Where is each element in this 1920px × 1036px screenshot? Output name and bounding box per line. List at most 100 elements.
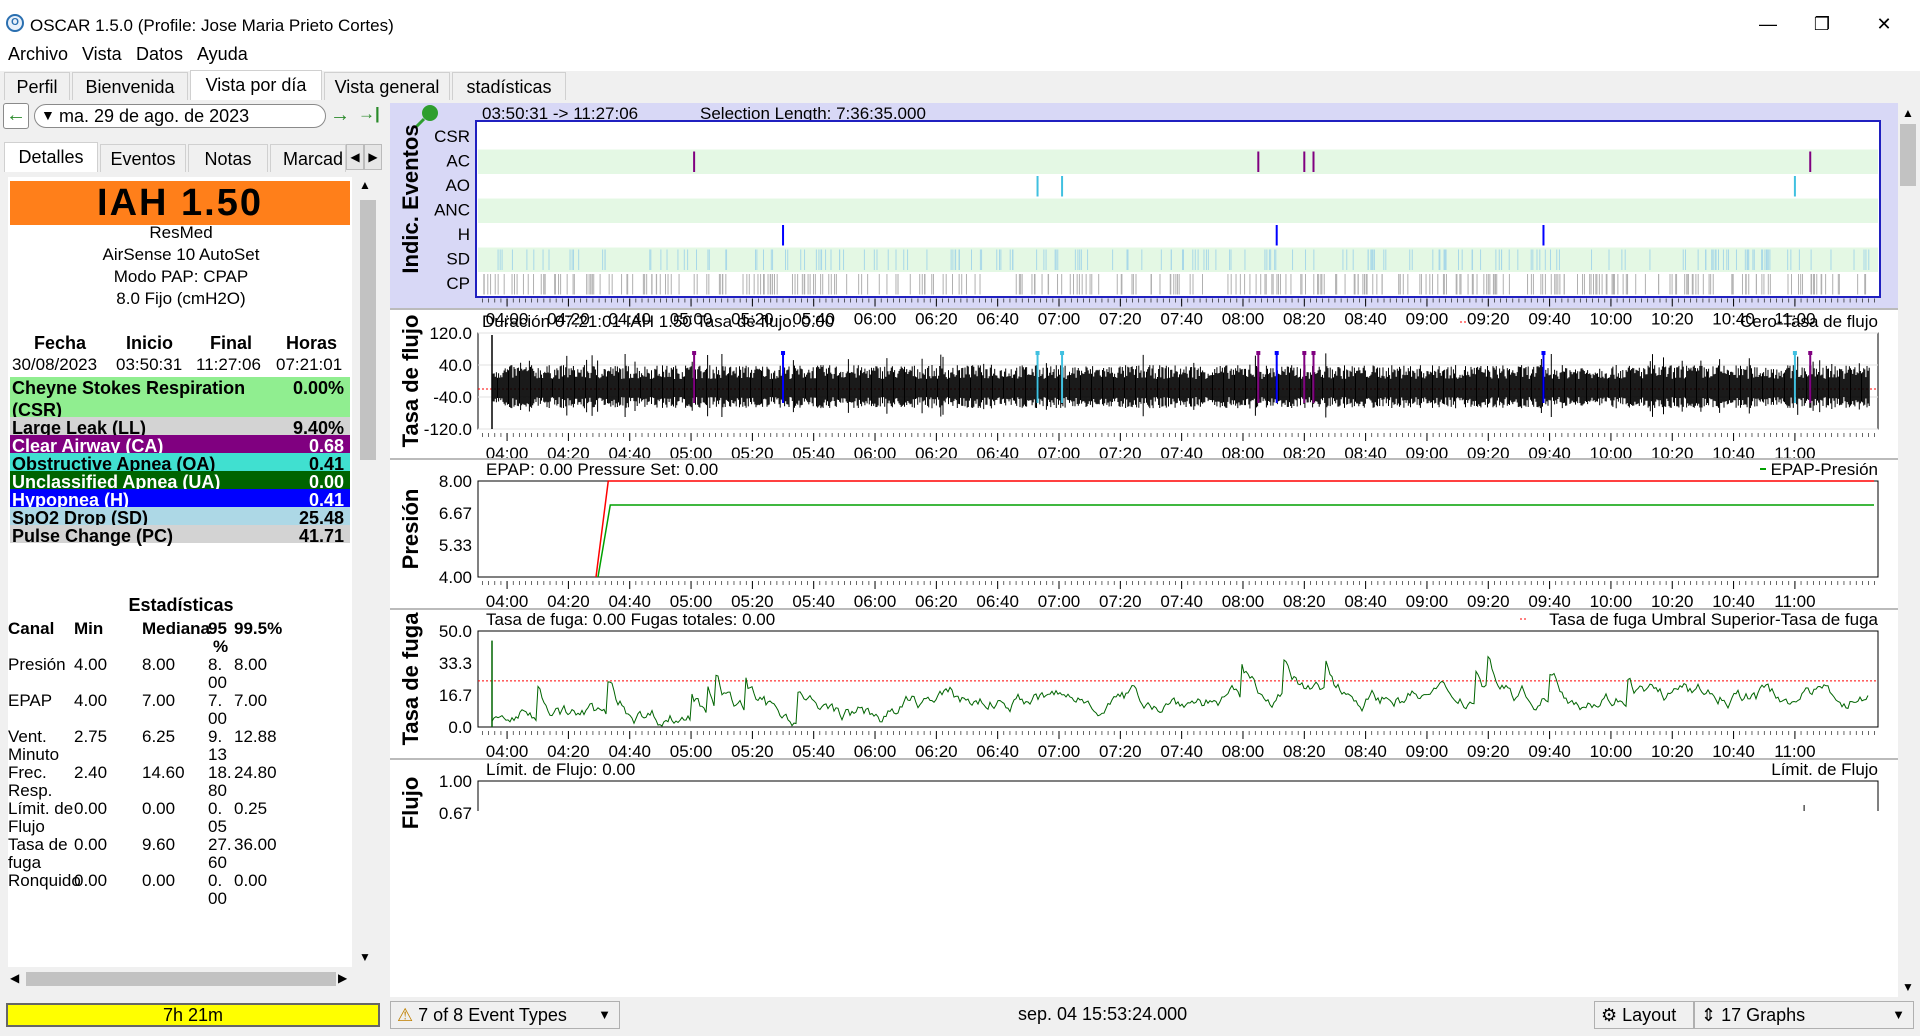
leak-y-tick: 16.7 xyxy=(439,686,472,705)
stats-header-p995: 99.5% xyxy=(234,619,283,638)
menu-datos[interactable]: Datos xyxy=(136,44,183,65)
flow-graph-title: Duración 07:21:01 IAH 1.50 Tasa de flujo… xyxy=(482,312,834,331)
x-tick-label: 05:20 xyxy=(731,444,774,463)
tab-bienvenida[interactable]: Bienvenida xyxy=(72,72,188,100)
pressure-plot-frame xyxy=(477,480,1879,578)
flowlim-y-tick: 0.67 xyxy=(439,804,472,823)
graphs-scrollbar[interactable] xyxy=(1898,103,1918,997)
graphs-scroll-down-icon[interactable]: ▼ xyxy=(1902,980,1914,994)
event-row-label: CP xyxy=(446,274,470,293)
tab-vista-general[interactable]: Vista general xyxy=(324,72,450,100)
stats-header-min: Min xyxy=(74,619,104,638)
stats-p95: 0. xyxy=(208,799,223,818)
stats-channel-2: Resp. xyxy=(8,781,53,800)
graphs-panel: 03:50:31 -> 11:27:06 Selection Length: 7:… xyxy=(390,103,1898,997)
x-tick-label: 05:40 xyxy=(792,444,835,463)
flow-y-tick: 40.0 xyxy=(439,356,472,375)
details-scroll-thumb[interactable] xyxy=(360,200,376,460)
stats-min: 0.00 xyxy=(74,799,108,818)
flow-graph-legend: Cero-Tasa de flujo xyxy=(1740,312,1878,331)
stats-p95: 7. xyxy=(208,691,223,710)
prev-day-button[interactable]: ← xyxy=(3,103,29,129)
x-tick-label: 08:40 xyxy=(1344,444,1387,463)
subtab-marcadores[interactable]: Marcad xyxy=(270,144,346,172)
iah-value: IAH 1.50 xyxy=(10,181,350,225)
tab-estadisticas[interactable]: stadísticas xyxy=(452,72,566,100)
date-value: ma. 29 de ago. de 2023 xyxy=(59,106,250,126)
summary-final: 11:27:06 xyxy=(196,355,261,374)
graphs-scroll-thumb[interactable] xyxy=(1900,124,1916,186)
pressure-line xyxy=(595,480,1874,578)
event-row-band xyxy=(478,149,1878,174)
stats-median: 9.60 xyxy=(142,835,176,854)
stats-min: 0.00 xyxy=(74,835,108,854)
stats-channel: EPAP xyxy=(8,691,53,710)
scroll-right-icon[interactable]: ▶ xyxy=(338,971,347,985)
event-row-label: H xyxy=(458,225,470,244)
header-fecha: Fecha xyxy=(34,333,87,353)
graphs-scroll-up-icon[interactable]: ▲ xyxy=(1902,106,1914,120)
stats-p95: 18. xyxy=(208,763,232,782)
header-final: Final xyxy=(210,333,253,353)
stats-min: 0.00 xyxy=(74,871,108,890)
x-tick-label: 08:20 xyxy=(1283,310,1326,329)
subtab-eventos[interactable]: Eventos xyxy=(100,144,186,172)
graphs-dropdown[interactable]: ⇕ 17 Graphs ▼ xyxy=(1694,1001,1914,1029)
details-hscroll-thumb[interactable] xyxy=(26,972,336,986)
flow-event-marker-head xyxy=(1792,351,1797,355)
stats-p95: 9. xyxy=(208,727,223,746)
tab-scroll-right-icon[interactable]: ▶ xyxy=(364,144,382,170)
flow-y-tick: -120.0 xyxy=(424,420,472,439)
summary-fecha: 30/08/2023 xyxy=(12,355,98,374)
last-day-button[interactable]: →| xyxy=(358,104,380,124)
scroll-left-icon[interactable]: ◀ xyxy=(10,971,19,985)
menu-ayuda[interactable]: Ayuda xyxy=(197,44,248,65)
date-selector[interactable]: ▼ ma. 29 de ago. de 2023 xyxy=(34,104,326,128)
stats-channel: Tasa de xyxy=(8,835,68,854)
x-tick-label: 06:40 xyxy=(976,444,1019,463)
stats-channel: Frec. xyxy=(8,763,47,782)
flow-event-marker-head xyxy=(1541,351,1546,355)
x-tick-label: 09:00 xyxy=(1406,310,1449,329)
tab-perfil[interactable]: Perfil xyxy=(4,72,70,100)
subtab-detalles[interactable]: Detalles xyxy=(4,142,98,172)
status-timestamp: sep. 04 15:53:24.000 xyxy=(1018,1004,1188,1024)
subtab-notas[interactable]: Notas xyxy=(188,144,268,172)
scroll-down-icon[interactable]: ▼ xyxy=(359,950,371,964)
scroll-up-icon[interactable]: ▲ xyxy=(359,178,371,192)
graphs-canvas[interactable]: 03:50:31 -> 11:27:06 Selection Length: 7:… xyxy=(390,103,1898,997)
x-tick-label: 07:00 xyxy=(1038,310,1081,329)
graph-ylabel: Tasa de flujo xyxy=(398,315,423,448)
event-index-row: Obstructive Apnea (OA) 0.41 xyxy=(10,453,350,474)
tab-scroll-left-icon[interactable]: ◀ xyxy=(346,144,364,170)
x-tick-label: 10:20 xyxy=(1651,310,1694,329)
flow-event-marker-head xyxy=(781,351,786,355)
menu-vista[interactable]: Vista xyxy=(82,44,122,65)
chevron-down-icon: ▼ xyxy=(41,107,55,123)
minimize-button[interactable]: — xyxy=(1748,12,1788,36)
event-index-value: 41.71 xyxy=(298,526,344,546)
close-button[interactable]: ✕ xyxy=(1864,12,1904,36)
next-day-button[interactable]: → xyxy=(330,104,350,127)
menu-archivo[interactable]: Archivo xyxy=(8,44,68,65)
stats-channel-2: fuga xyxy=(8,853,42,872)
stats-header-p95-pct: % xyxy=(213,637,229,656)
chevron-down-icon: ▼ xyxy=(1892,1007,1905,1022)
x-tick-label: 06:40 xyxy=(976,310,1019,329)
stats-channel: Presión xyxy=(8,655,66,674)
event-types-dropdown[interactable]: ⚠ 7 of 8 Event Types ▼ xyxy=(390,1001,620,1029)
layout-button[interactable]: ⚙ Layout xyxy=(1594,1001,1694,1029)
x-tick-label: 07:20 xyxy=(1099,444,1142,463)
event-index-row: Large Leak (LL) 9.40% xyxy=(10,417,350,438)
stats-median: 6.25 xyxy=(142,727,176,746)
stats-median: 8.00 xyxy=(142,655,176,674)
leak-y-tick: 50.0 xyxy=(439,622,472,641)
stats-min: 4.00 xyxy=(74,691,108,710)
stats-p95-2: 05 xyxy=(208,817,227,836)
flow-event-marker-head xyxy=(1302,351,1307,355)
menu-bar xyxy=(0,47,1920,71)
maximize-button[interactable]: ❐ xyxy=(1802,12,1842,36)
stats-channel-2: Minuto xyxy=(8,745,60,764)
tab-vista-por-dia[interactable]: Vista por día xyxy=(190,70,322,100)
flow-event-marker-head xyxy=(1808,351,1813,355)
